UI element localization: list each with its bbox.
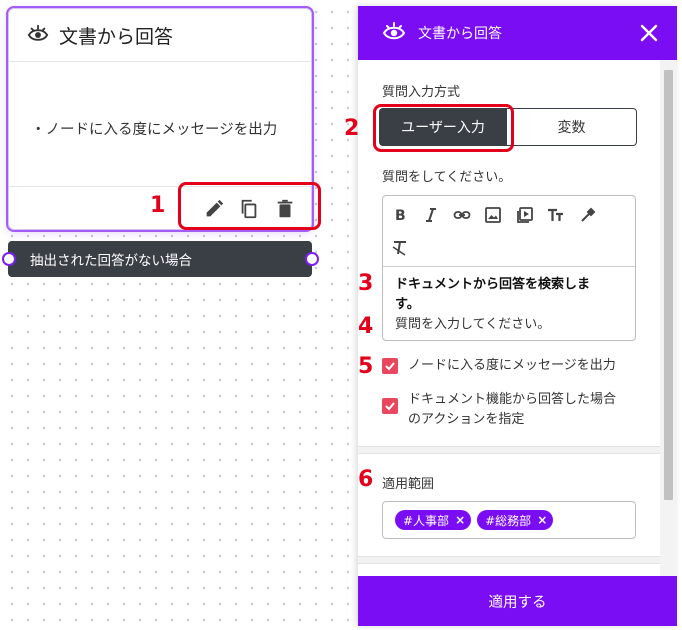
eye-icon bbox=[27, 24, 49, 41]
color-picker-icon[interactable] bbox=[579, 206, 597, 224]
annotation-number-6: 6 bbox=[358, 467, 374, 492]
text-size-icon[interactable] bbox=[547, 206, 565, 224]
annotation-number-3: 3 bbox=[358, 271, 374, 296]
section-divider bbox=[358, 556, 660, 564]
question-label: 質問をしてください。 bbox=[382, 170, 512, 185]
link-icon[interactable] bbox=[453, 206, 471, 224]
bold-icon[interactable]: B bbox=[391, 206, 409, 224]
annotation-number-4: 4 bbox=[358, 314, 374, 339]
check-icon bbox=[385, 402, 395, 411]
checkbox-row-output-message[interactable]: ノードに入る度にメッセージを出力 bbox=[382, 356, 616, 376]
svg-text:B: B bbox=[395, 208, 406, 224]
input-method-label: 質問入力方式 bbox=[382, 85, 461, 100]
image-icon[interactable] bbox=[484, 206, 502, 224]
close-icon[interactable] bbox=[639, 23, 659, 43]
node-body: ・ノードに入る度にメッセージを出力 bbox=[9, 62, 311, 187]
node-message: ・ノードに入る度にメッセージを出力 bbox=[31, 122, 278, 138]
checkbox-label-specify-action-2: のアクションを指定 bbox=[408, 412, 525, 427]
checkbox-specify-action[interactable] bbox=[382, 398, 398, 414]
tag-label: #人事部 bbox=[403, 513, 450, 528]
scope-tag: #人事部 × bbox=[395, 510, 472, 530]
scope-tag-input[interactable]: #人事部 × #総務部 × bbox=[382, 501, 636, 539]
italic-icon[interactable] bbox=[422, 206, 440, 224]
scope-tag: #総務部 × bbox=[477, 510, 554, 530]
scrollbar-thumb[interactable] bbox=[664, 70, 673, 500]
editor-placeholder: 質問を入力してください。 bbox=[395, 317, 551, 332]
output-port[interactable] bbox=[305, 252, 319, 266]
clear-format-icon[interactable] bbox=[391, 239, 409, 257]
annotation-number-5: 5 bbox=[358, 354, 374, 379]
question-editor[interactable]: B ドキュメントから回答を検索しま す。 質問を入力してください。 bbox=[382, 195, 636, 341]
checkbox-label-specify-action-1: ドキュメント機能から回答した場合 bbox=[408, 392, 617, 407]
tag-label: #総務部 bbox=[485, 513, 532, 528]
tag-remove-icon[interactable]: × bbox=[537, 513, 547, 527]
annotation-number-1: 1 bbox=[150, 193, 166, 218]
scope-label: 適用範囲 bbox=[382, 477, 435, 492]
editor-text-line-1: ドキュメントから回答を検索しま bbox=[395, 277, 591, 292]
editor-toolbar: B bbox=[383, 196, 635, 267]
tag-remove-icon[interactable]: × bbox=[455, 513, 465, 527]
branch-label: 抽出された回答がない場合 bbox=[30, 253, 192, 269]
settings-panel: 文書から回答 質問入力方式 ユーザー入力 変数 質問をしてください。 B ドキュ… bbox=[358, 6, 677, 626]
panel-header: 文書から回答 bbox=[358, 6, 677, 60]
checkbox-output-message[interactable] bbox=[382, 358, 398, 374]
eye-icon bbox=[382, 22, 406, 40]
panel-title: 文書から回答 bbox=[418, 26, 502, 42]
checkbox-row-specify-action[interactable]: ドキュメント機能から回答した場合 のアクションを指定 bbox=[382, 390, 616, 430]
node-title: 文書から回答 bbox=[59, 25, 174, 48]
editor-text-line-2: す。 bbox=[395, 297, 420, 312]
annotation-box-1 bbox=[178, 182, 321, 230]
tab-variable[interactable]: 変数 bbox=[507, 108, 637, 146]
apply-button[interactable]: 適用する bbox=[358, 576, 677, 626]
node-header: 文書から回答 bbox=[9, 9, 311, 62]
checkbox-label-output-message: ノードに入る度にメッセージを出力 bbox=[408, 358, 616, 373]
check-icon bbox=[385, 362, 395, 371]
section-divider bbox=[358, 446, 660, 454]
editor-content[interactable]: ドキュメントから回答を検索しま す。 質問を入力してください。 bbox=[383, 267, 635, 343]
input-port[interactable] bbox=[2, 252, 16, 266]
annotation-box-2 bbox=[373, 104, 514, 152]
annotation-number-2: 2 bbox=[344, 116, 360, 141]
no-answer-branch[interactable]: 抽出された回答がない場合 bbox=[8, 241, 312, 277]
video-icon[interactable] bbox=[516, 206, 534, 224]
